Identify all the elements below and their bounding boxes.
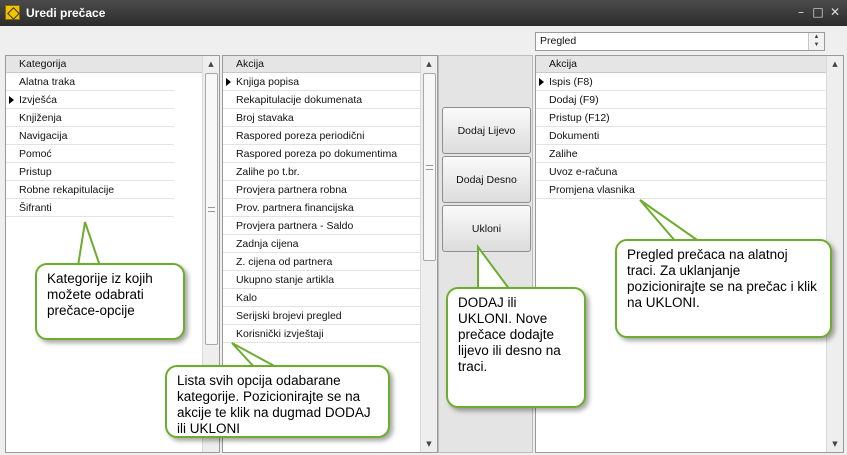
app-icon — [5, 5, 20, 20]
preview-row[interactable]: Dokumenti — [536, 127, 826, 145]
action-row[interactable]: Raspored poreza periodični — [223, 127, 421, 145]
action-row[interactable]: Broj stavaka — [223, 109, 421, 127]
callout-categories: Kategorije iz kojih možete odabrati preč… — [35, 263, 185, 340]
category-row[interactable]: Izvješća — [6, 91, 174, 109]
preview-row[interactable]: Zalihe — [536, 145, 826, 163]
action-row[interactable]: Serijski brojevi pregled — [223, 307, 421, 325]
category-row[interactable]: Robne rekapitulacije — [6, 181, 174, 199]
action-scrollbar[interactable]: ▲ ▼ — [420, 56, 437, 452]
preview-select[interactable]: Pregled ▲ ▼ — [535, 32, 825, 51]
scroll-up-icon[interactable]: ▲ — [421, 56, 437, 72]
action-row[interactable]: Raspored poreza po dokumentima — [223, 145, 421, 163]
scroll-down-icon[interactable]: ▼ — [827, 436, 843, 452]
category-row[interactable]: Knjiženja — [6, 109, 174, 127]
add-left-button[interactable]: Dodaj Lijevo — [442, 107, 531, 154]
scroll-up-icon[interactable]: ▲ — [827, 56, 843, 72]
title-bar: Uredi prečace – □ ✕ — [0, 0, 847, 26]
action-header: Akcija — [223, 56, 421, 73]
preview-row[interactable]: Uvoz e-računa — [536, 163, 826, 181]
preview-select-value: Pregled — [540, 35, 577, 47]
category-row[interactable]: Pristup — [6, 163, 174, 181]
action-row[interactable]: Provjera partnera - Saldo — [223, 217, 421, 235]
add-right-button[interactable]: Dodaj Desno — [442, 156, 531, 203]
scroll-thumb[interactable] — [205, 73, 218, 345]
scroll-up-icon[interactable]: ▲ — [203, 56, 219, 72]
scroll-thumb[interactable] — [423, 73, 436, 261]
spinner-arrows-icon[interactable]: ▲ ▼ — [808, 33, 824, 50]
category-row[interactable]: Navigacija — [6, 127, 174, 145]
action-row[interactable]: Zadnja cijena — [223, 235, 421, 253]
remove-button[interactable]: Ukloni — [442, 205, 531, 252]
action-row[interactable]: Rekapitulacije dokumenata — [223, 91, 421, 109]
action-row[interactable]: Knjiga popisa — [223, 73, 421, 91]
preview-header: Akcija — [536, 56, 827, 73]
scroll-down-icon[interactable]: ▼ — [421, 436, 437, 452]
action-row[interactable]: Prov. partnera financijska — [223, 199, 421, 217]
action-row[interactable]: Provjera partnera robna — [223, 181, 421, 199]
maximize-icon[interactable]: □ — [811, 4, 825, 20]
category-row[interactable]: Alatna traka — [6, 73, 174, 91]
minimize-icon[interactable]: – — [794, 4, 808, 20]
action-row[interactable]: Zalihe po t.br. — [223, 163, 421, 181]
category-row[interactable]: Šifranti — [6, 199, 174, 217]
callout-actions: Lista svih opcija odabarane kategorije. … — [165, 365, 390, 438]
close-icon[interactable]: ✕ — [828, 4, 842, 20]
action-row[interactable]: Kalo — [223, 289, 421, 307]
preview-row[interactable]: Ispis (F8) — [536, 73, 826, 91]
callout-preview: Pregled prečaca na alatnoj traci. Za ukl… — [615, 239, 832, 338]
action-row[interactable]: Korisnički izvještaji — [223, 325, 421, 343]
callout-add-remove: DODAJ ili UKLONI. Nove prečace dodajte l… — [446, 287, 586, 408]
preview-row[interactable]: Promjena vlasnika — [536, 181, 826, 199]
category-header: Kategorija — [6, 56, 203, 73]
action-row[interactable]: Ukupno stanje artikla — [223, 271, 421, 289]
preview-row[interactable]: Dodaj (F9) — [536, 91, 826, 109]
preview-row[interactable]: Pristup (F12) — [536, 109, 826, 127]
category-row[interactable]: Pomoć — [6, 145, 174, 163]
window-title: Uredi prečace — [26, 6, 106, 20]
action-row[interactable]: Z. cijena od partnera — [223, 253, 421, 271]
